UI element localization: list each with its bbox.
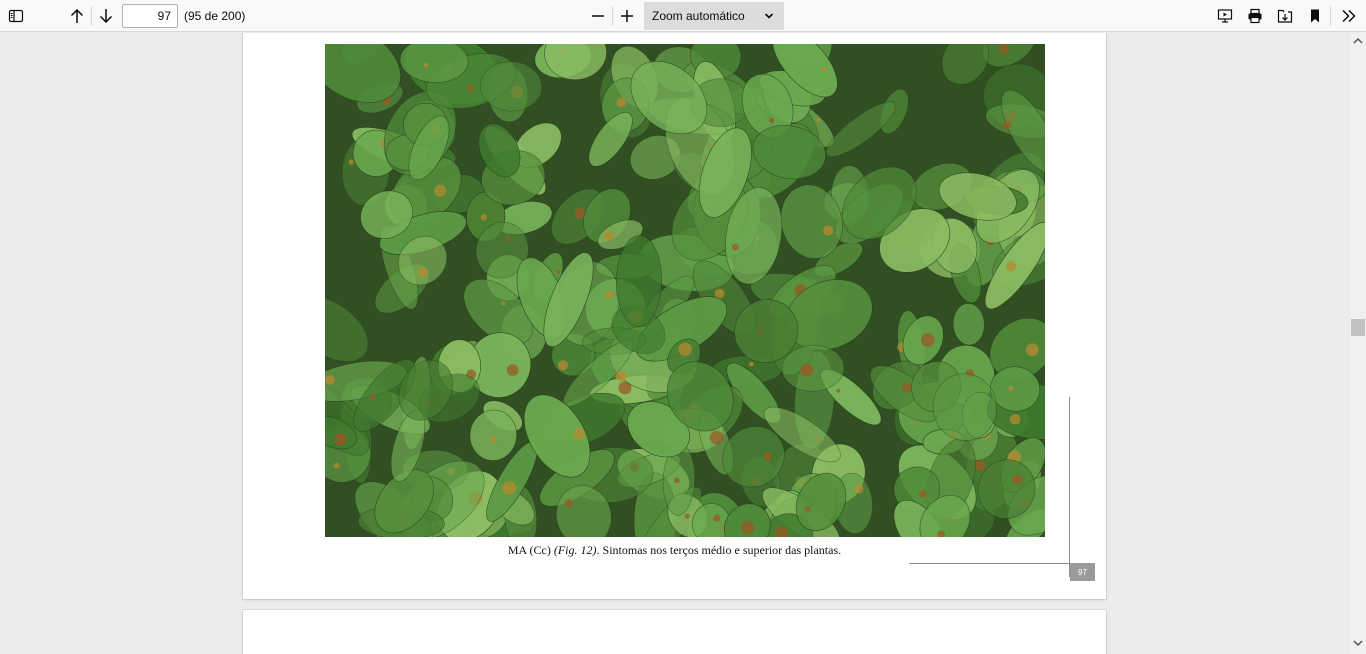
leaf-lesion	[920, 333, 935, 347]
zoom-out-button[interactable]	[585, 3, 611, 29]
leaf-lesion	[1003, 121, 1012, 130]
leaf-lesion	[713, 514, 721, 522]
caption-figure-ref: (Fig. 12)	[553, 543, 597, 557]
leaf-lesion	[769, 117, 775, 124]
minus-icon	[592, 15, 604, 17]
leaf-lesion	[501, 301, 506, 306]
zoom-select-label: Zoom automático	[652, 9, 745, 23]
toolbar-separator	[1330, 6, 1331, 26]
leaf-lesion	[823, 225, 834, 236]
leaf-lesion	[758, 329, 764, 334]
document-viewer[interactable]: MA (Cc) (Fig. 12). Sintomas nos terços m…	[0, 33, 1350, 654]
leaf-lesion	[731, 243, 739, 251]
pdf-page-next	[243, 610, 1106, 654]
pdf-page: MA (Cc) (Fig. 12). Sintomas nos terços m…	[243, 33, 1106, 599]
zoom-select[interactable]: Zoom automático	[644, 2, 784, 30]
page-rule-vertical	[1069, 397, 1070, 577]
presentation-mode-button[interactable]	[1212, 3, 1238, 29]
sidebar-toggle-button[interactable]	[3, 3, 29, 29]
page-count-label: (95 de 200)	[184, 9, 246, 23]
page-rule-horizontal	[909, 563, 1070, 564]
leaf-lesion	[805, 506, 811, 512]
leaf-lesion	[1008, 385, 1014, 391]
leaf-lesion	[999, 44, 1010, 54]
leaf-lesion	[480, 214, 487, 221]
leaf-lesion	[604, 290, 613, 299]
leaf-lesion	[854, 484, 864, 494]
vertical-scrollbar[interactable]	[1350, 33, 1366, 654]
leaf-lesion	[1012, 474, 1023, 485]
print-icon	[1248, 8, 1262, 24]
arrow-down-icon	[99, 9, 113, 24]
leaf-lesion	[673, 477, 680, 484]
leaf-lesion	[1006, 261, 1017, 272]
plus-icon	[621, 10, 633, 22]
next-page-button[interactable]	[93, 3, 119, 29]
print-button[interactable]	[1242, 3, 1268, 29]
download-icon	[1277, 9, 1293, 23]
leaf-lesion	[325, 375, 335, 385]
leaf-lesion	[678, 342, 692, 356]
tools-menu-button[interactable]	[1336, 3, 1362, 29]
leaf-lesion	[749, 361, 754, 367]
zoom-in-button[interactable]	[614, 3, 640, 29]
page-number-input[interactable]	[122, 4, 178, 28]
leaf-lesion	[556, 269, 561, 274]
leaf-lesion	[564, 499, 573, 508]
leaf-lesion	[506, 237, 511, 242]
scrollbar-thumb[interactable]	[1351, 319, 1365, 336]
leaf-lesion	[1009, 413, 1021, 425]
leaf-lesion	[603, 231, 614, 241]
leaf-lesion	[615, 370, 627, 382]
previous-page-button[interactable]	[64, 3, 90, 29]
arrow-up-icon	[70, 8, 84, 23]
chevron-down-icon	[764, 13, 774, 19]
leaf-lesion	[821, 66, 828, 73]
leaf-lesion	[974, 460, 986, 471]
leaf-lesion	[616, 97, 627, 108]
leaf-lesion	[741, 520, 755, 535]
leaf-lesion	[557, 360, 569, 371]
leaf-lesion	[369, 394, 376, 400]
leaf-lesion	[901, 382, 912, 393]
toolbar-separator	[91, 6, 92, 26]
double-chevron-right-icon	[1342, 9, 1356, 23]
leaf-lesion	[334, 432, 347, 446]
leaf-lesion	[1025, 343, 1039, 357]
leaf-lesion	[333, 462, 340, 469]
leaf-lesion	[836, 388, 841, 393]
leaf-lesion	[348, 159, 354, 165]
bookmark-button[interactable]	[1302, 3, 1328, 29]
bookmark-icon	[1311, 9, 1319, 23]
figure-caption: MA (Cc) (Fig. 12). Sintomas nos terços m…	[243, 543, 1106, 558]
scroll-up-icon[interactable]	[1353, 36, 1363, 46]
save-button[interactable]	[1272, 3, 1298, 29]
leaf-lesion	[489, 436, 497, 444]
leaf-lesion	[466, 84, 474, 92]
caption-text: . Sintomas nos terços médio e superior d…	[596, 543, 842, 557]
sidebar-toggle-icon	[8, 9, 24, 23]
leaf-lesion	[709, 430, 724, 445]
presentation-icon	[1217, 9, 1233, 23]
leaf-lesion	[763, 452, 772, 462]
leaf-lesion	[423, 62, 429, 68]
leaf-lesion	[816, 118, 821, 123]
leaf-lesion	[573, 427, 586, 440]
leaf-lesion	[506, 364, 519, 376]
leaf-lesion	[434, 184, 447, 197]
leaf-lesion	[417, 266, 428, 277]
caption-prefix: MA (Cc)	[507, 543, 554, 557]
pdf-toolbar: (95 de 200) Zoom automático	[0, 0, 1366, 32]
soybean-leaves-photo	[325, 44, 1045, 537]
page-number-badge: 97	[1070, 563, 1095, 581]
scroll-down-icon[interactable]	[1353, 638, 1363, 648]
leaf-lesion	[684, 513, 690, 519]
leaf-lesion	[918, 490, 927, 498]
toolbar-separator	[612, 6, 613, 26]
leaf-lesion	[814, 436, 819, 441]
leaf-lesion	[800, 363, 814, 377]
leaf-lesion	[502, 481, 516, 495]
